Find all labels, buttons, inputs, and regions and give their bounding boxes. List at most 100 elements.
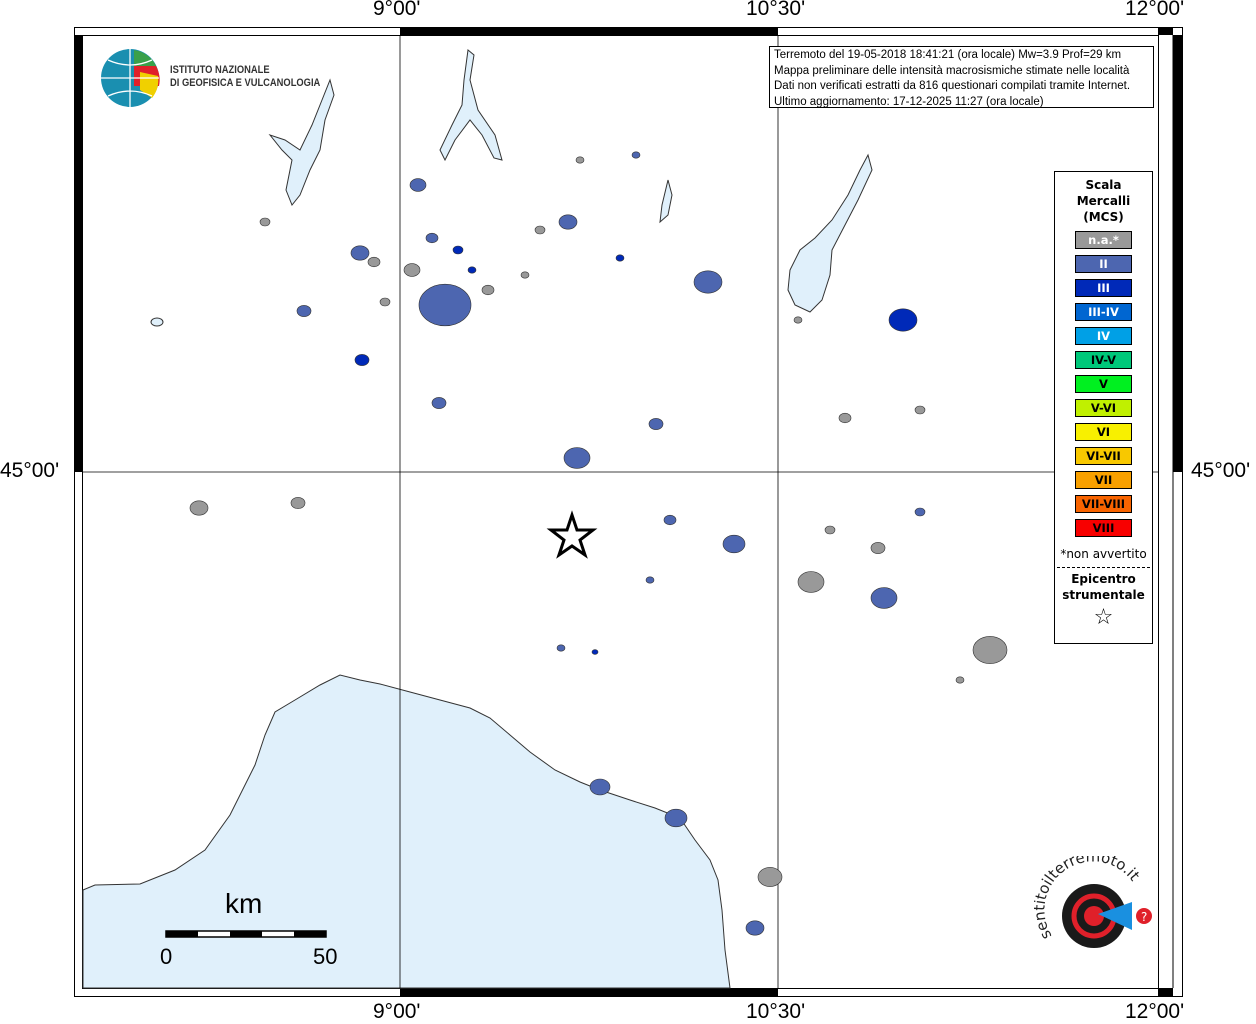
municipality-polygon <box>757 867 783 887</box>
municipality-polygon <box>591 649 599 655</box>
legend-item-iii: III <box>1075 279 1132 297</box>
municipality-polygon <box>534 225 546 235</box>
ingv-logo-line2: DI GEOFISICA E VULCANOLOGIA <box>170 77 321 89</box>
frame-segment-top-right <box>1158 27 1173 35</box>
event-info-box: Terremoto del 19-05-2018 18:41:21 (ora l… <box>769 46 1154 108</box>
legend-divider <box>1057 567 1150 568</box>
municipality-polygon <box>793 316 803 324</box>
municipality-polygon <box>556 644 566 652</box>
municipality-polygon <box>631 151 641 159</box>
municipality-polygon <box>367 256 381 268</box>
frame-segment-bottom-right <box>1158 988 1173 996</box>
legend-title: Scala Mercalli (MCS) <box>1055 177 1152 225</box>
municipality-polygon <box>418 283 472 327</box>
municipality-polygon <box>379 297 391 307</box>
event-info-line: Terremoto del 19-05-2018 18:41:21 (ora l… <box>774 49 1122 61</box>
ingv-logo-text: ISTITUTO NAZIONALE DI GEOFISICA E VULCAN… <box>170 64 320 90</box>
municipality-polygon <box>520 271 530 279</box>
legend-item-iii-iv: III-IV <box>1075 303 1132 321</box>
municipality-polygon <box>467 266 477 274</box>
municipality-polygon <box>615 254 625 262</box>
legend-item-iv: IV <box>1075 327 1132 345</box>
legend-item-vii-viii: VII-VIII <box>1075 495 1132 513</box>
data-source-line: Dati non verificati estratti da 816 ques… <box>774 80 1131 92</box>
municipality-polygon <box>972 636 1008 664</box>
municipality-polygon <box>914 507 926 517</box>
frame-segment-left <box>74 35 82 472</box>
legend-item-vi: VI <box>1075 423 1132 441</box>
legend-title-line: Mercalli <box>1076 194 1131 208</box>
legend-item-v-vi: V-VI <box>1075 399 1132 417</box>
frame-segment-right <box>1173 35 1182 472</box>
municipality-polygon <box>290 497 306 509</box>
legend-title-line: (MCS) <box>1083 210 1124 224</box>
municipality-polygon <box>955 676 965 684</box>
municipality-polygon <box>558 214 578 230</box>
municipality-polygon <box>888 308 918 332</box>
municipality-polygon <box>797 571 825 593</box>
municipality-polygon <box>914 405 926 415</box>
ingv-logo-line1: ISTITUTO NAZIONALE <box>170 64 270 76</box>
legend-item-vii: VII <box>1075 471 1132 489</box>
municipality-polygon <box>563 447 591 469</box>
lon-tick-top-9: 9°00' <box>373 0 421 20</box>
legend-item-iv-v: IV-V <box>1075 351 1132 369</box>
lat-tick-left-45: 45°00' <box>0 459 60 482</box>
ingv-logo <box>100 46 164 114</box>
legend-item-v: V <box>1075 375 1132 393</box>
lon-tick-top-10-30: 10°30' <box>746 0 806 20</box>
svg-text:?: ? <box>1141 910 1147 924</box>
municipality-polygon <box>870 542 886 554</box>
map-description-line: Mappa preliminare delle intensità macros… <box>774 64 1130 77</box>
municipality-polygon <box>824 525 836 535</box>
municipality-polygon <box>870 587 898 609</box>
municipality-polygon <box>645 576 655 584</box>
municipality-polygon <box>259 217 271 227</box>
legend-item-vi-vii: VI-VII <box>1075 447 1132 465</box>
scale-unit: km <box>225 888 263 919</box>
lat-tick-right-45: 45°00' <box>1191 459 1251 482</box>
intensity-map-page: 9°00' 10°30' 12°00' 9°00' 10°30' 12°00' … <box>0 0 1256 1024</box>
legend-item-n-a: n.a.* <box>1075 231 1132 249</box>
ingv-globe-icon <box>101 49 160 107</box>
municipality-polygon <box>354 354 370 366</box>
municipality-polygon <box>409 178 427 192</box>
legend-star-icon: ☆ <box>1093 605 1114 630</box>
mcs-legend: Scala Mercalli (MCS) n.a.* II III III-IV IV I… <box>1054 171 1153 644</box>
municipality-polygon <box>575 156 585 164</box>
municipality-polygon <box>838 412 852 424</box>
scale-bar <box>165 930 327 938</box>
legend-title-line: Scala <box>1085 178 1122 192</box>
municipality-polygon <box>189 500 209 516</box>
municipality-polygon <box>350 245 370 261</box>
haisentito-logo-icon: ? sentitoilterremoto.it <box>1030 847 1152 948</box>
municipality-polygon <box>431 397 447 409</box>
frame-segment-bottom <box>400 988 778 996</box>
lon-tick-top-12: 12°00' <box>1125 0 1185 20</box>
municipality-polygon <box>403 263 421 277</box>
municipality-polygon <box>664 808 688 828</box>
legend-items: n.a.* II III III-IV IV IV-V V V-VI VI VI-VII VII VI… <box>1055 231 1152 537</box>
lon-tick-bottom-12: 12°00' <box>1125 1000 1185 1023</box>
municipality-polygon <box>481 284 495 296</box>
municipality-polygon <box>693 270 723 294</box>
legend-epicenter-line: Epicentro <box>1071 572 1136 586</box>
municipality-polygon <box>589 778 611 796</box>
last-update-line: Ultimo aggiornamento: 17-12-2025 11:27 (… <box>774 95 1044 108</box>
municipality-polygon <box>425 232 439 244</box>
lake-small <box>150 317 164 327</box>
legend-item-ii: II <box>1075 255 1132 273</box>
scale-end: 50 <box>313 944 338 969</box>
municipality-polygon <box>722 534 746 554</box>
municipality-polygon <box>452 245 464 255</box>
lon-tick-bottom-9: 9°00' <box>373 1000 421 1023</box>
lon-tick-bottom-10-30: 10°30' <box>746 1000 806 1023</box>
legend-note: *non avvertito <box>1060 547 1147 561</box>
legend-epicenter-label: Epicentro strumentale <box>1055 571 1152 603</box>
legend-item-viii: VIII <box>1075 519 1132 537</box>
scale-start: 0 <box>160 944 173 969</box>
legend-epicenter-line: strumentale <box>1062 588 1145 602</box>
frame-segment-top <box>400 27 778 35</box>
municipality-polygon <box>745 920 765 936</box>
municipality-polygon <box>648 418 664 430</box>
